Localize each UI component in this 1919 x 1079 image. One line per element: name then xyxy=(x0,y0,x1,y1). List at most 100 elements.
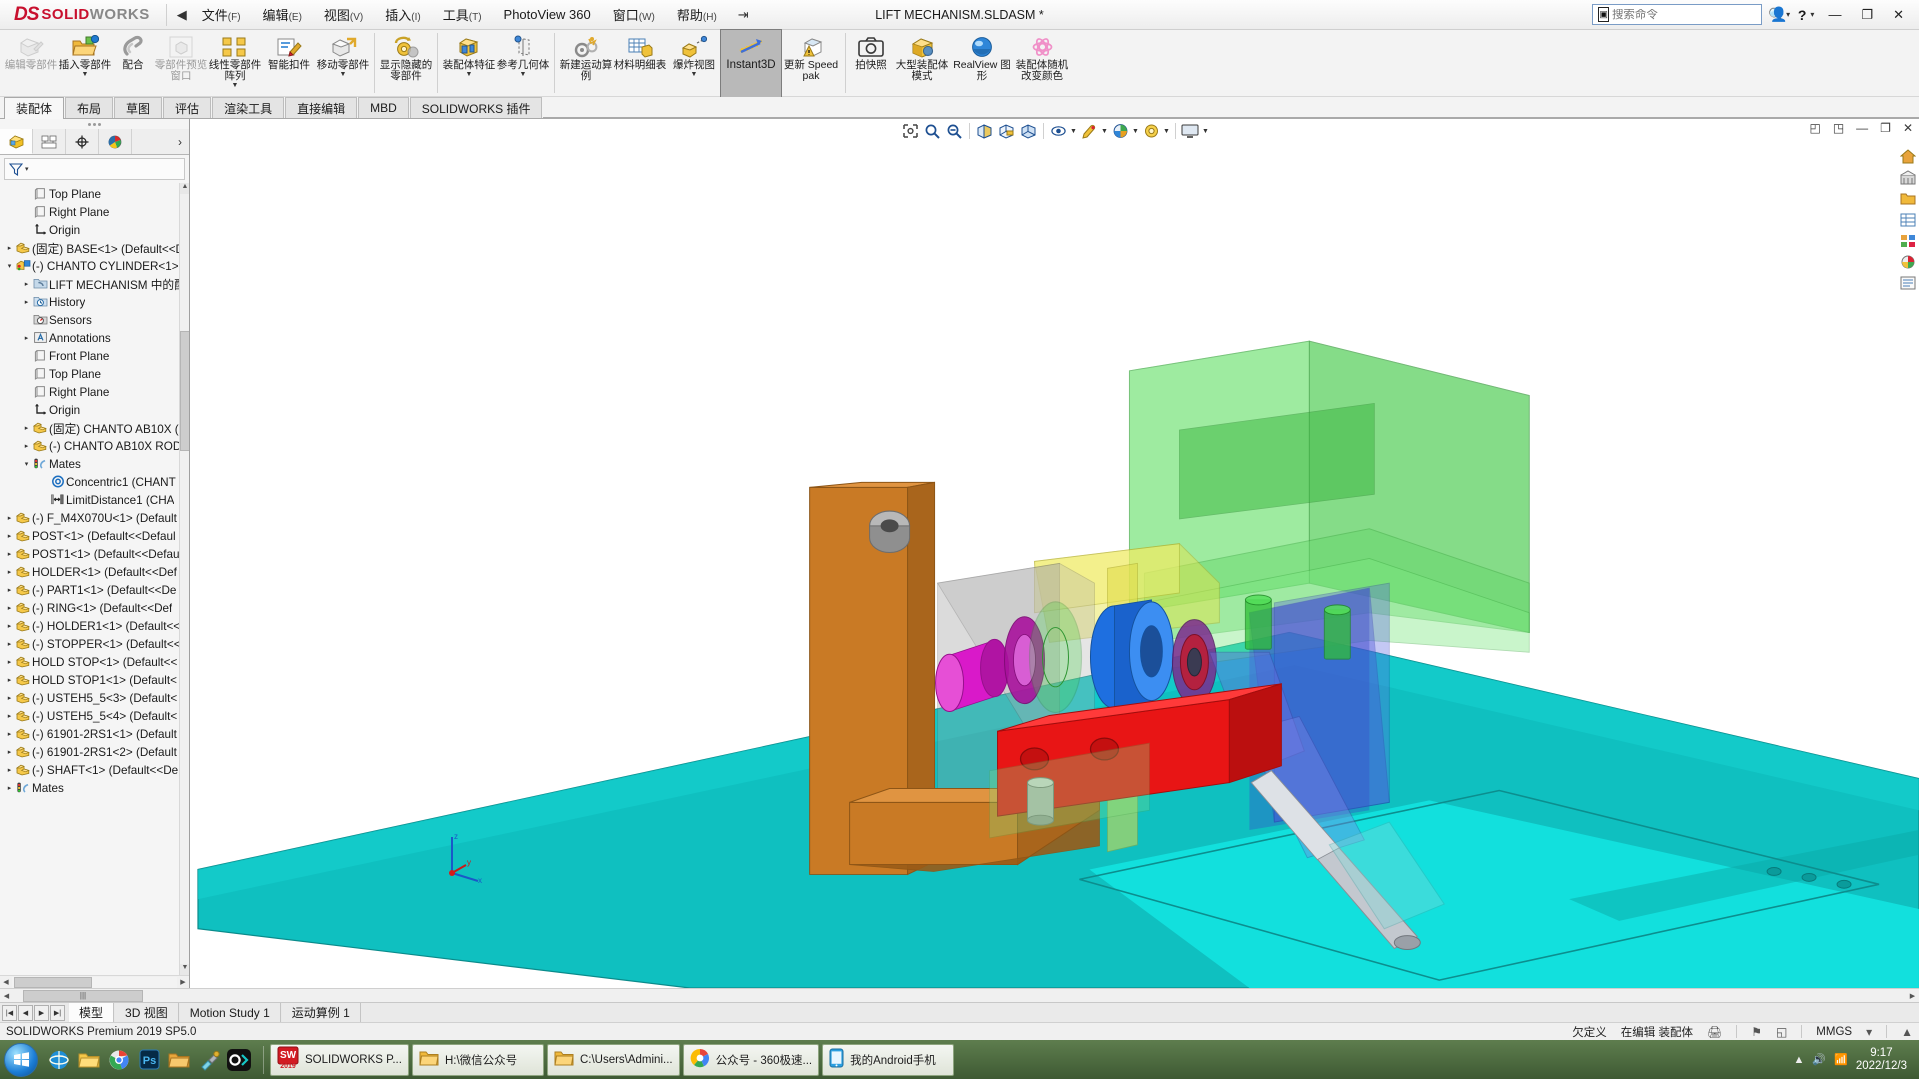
hide-show-items-dropdown-icon[interactable]: ▼ xyxy=(1070,128,1078,135)
tree-item[interactable]: ▸ HOLD STOP<1> (Default<< xyxy=(0,653,189,671)
tree-item[interactable]: ▸ (-) USTEH5_5<4> (Default< xyxy=(0,707,189,725)
view-settings-dropdown-icon[interactable]: ▼ xyxy=(1163,128,1171,135)
tree-item[interactable]: ▸ (-) CHANTO AB10X ROD xyxy=(0,437,189,455)
tree-expand-icon[interactable]: ▸ xyxy=(21,424,32,432)
doc-minimize-button[interactable]: — xyxy=(1854,121,1870,135)
tree-item[interactable]: Right Plane xyxy=(0,383,189,401)
doc-tab-first-icon[interactable]: |◀ xyxy=(2,1004,17,1021)
tree-item[interactable]: Right Plane xyxy=(0,203,189,221)
folder2-icon[interactable] xyxy=(165,1045,193,1075)
design-library-icon[interactable] xyxy=(1898,273,1918,292)
appearances-icon[interactable] xyxy=(1898,231,1918,250)
tray-expand-icon[interactable]: ▲ xyxy=(1794,1054,1805,1066)
doc-hscroll-thumb[interactable]: ||| xyxy=(23,989,143,1002)
ribbon-instant3d[interactable]: Instant3D xyxy=(720,29,782,98)
doc-tab-motion-study-1[interactable]: Motion Study 1 xyxy=(178,1003,281,1022)
tree-expand-icon[interactable]: ▸ xyxy=(21,298,32,306)
tree-item[interactable]: LimitDistance1 (CHA xyxy=(0,491,189,509)
tree-item[interactable]: ▸ Annotations xyxy=(0,329,189,347)
ribbon-move-component[interactable]: 移动零部件 ▼ xyxy=(316,30,370,97)
ribbon-bill-of-materials[interactable]: 材料明细表 xyxy=(613,30,667,97)
start-button[interactable] xyxy=(4,1042,38,1077)
viewport-split-v-icon[interactable]: ◳ xyxy=(1831,121,1846,135)
tree-expand-icon[interactable]: ▸ xyxy=(4,640,15,648)
insert-components-dropdown-icon[interactable]: ▼ xyxy=(82,71,89,78)
ribbon-exploded-view[interactable]: 爆炸视图 ▼ xyxy=(667,30,721,97)
property-manager-tab[interactable] xyxy=(33,129,66,154)
section-view-icon[interactable] xyxy=(974,121,995,141)
apply-scene-icon[interactable] xyxy=(1110,121,1131,141)
configuration-manager-tab[interactable] xyxy=(66,129,99,154)
reference-geometry-dropdown-icon[interactable]: ▼ xyxy=(520,71,527,78)
taskbar-solidworks[interactable]: SW 2019 SOLIDWORKS P... xyxy=(270,1043,409,1076)
tree-scroll-up-icon[interactable]: ▲ xyxy=(180,183,189,194)
taskbar-360browser[interactable]: 公众号 - 360极速... xyxy=(682,1043,820,1076)
file-explorer-icon[interactable] xyxy=(1898,189,1918,208)
view-settings-icon[interactable] xyxy=(1141,121,1162,141)
tree-scroll-down-icon[interactable]: ▼ xyxy=(180,964,189,975)
assembly-tools-icon[interactable] xyxy=(1898,168,1918,187)
search-input[interactable] xyxy=(1611,8,1766,21)
ribbon-realview-graphics[interactable]: RealView 图形 xyxy=(952,30,1012,97)
feature-tree[interactable]: Top Plane Right Plane Origin ▸ (固定) BASE<1> … xyxy=(0,183,189,975)
tree-expand-icon[interactable]: ▸ xyxy=(4,712,15,720)
tree-item[interactable]: Origin xyxy=(0,401,189,419)
photoshop-icon[interactable]: Ps xyxy=(135,1045,163,1075)
tab-layout[interactable]: 布局 xyxy=(65,97,114,118)
tree-expand-icon[interactable]: ▸ xyxy=(4,550,15,558)
menu-view[interactable]: 视图(V) xyxy=(313,1,374,28)
tree-item[interactable]: ▸ (-) STOPPER<1> (Default<< xyxy=(0,635,189,653)
menu-window[interactable]: 窗口(W) xyxy=(602,1,666,28)
tree-expand-icon[interactable]: ▸ xyxy=(4,586,15,594)
edit-appearance-icon[interactable] xyxy=(1079,121,1100,141)
ribbon-update-speedpak[interactable]: 更新 Speedpak xyxy=(781,30,841,97)
help-icon[interactable]: ? xyxy=(1796,7,1809,23)
tree-expand-icon[interactable]: ▸ xyxy=(4,676,15,684)
tree-filter-box[interactable]: ▾ xyxy=(4,158,185,180)
custom-properties-icon[interactable] xyxy=(1898,252,1918,271)
custom-icon[interactable]: ◱ xyxy=(1776,1025,1787,1039)
tray-volume-icon[interactable]: 🔊 xyxy=(1812,1053,1826,1066)
print-icon[interactable]: 🖨 xyxy=(1707,1025,1722,1039)
viewport-dropdown-icon[interactable]: ▼ xyxy=(1202,128,1210,135)
menu-edit[interactable]: 编辑(E) xyxy=(252,1,313,28)
tab-solidworks-addins[interactable]: SOLIDWORKS 插件 xyxy=(409,97,543,118)
ribbon-new-motion-study[interactable]: 新建运动算例 xyxy=(559,30,613,97)
tab-sketch[interactable]: 草图 xyxy=(114,97,163,118)
tree-item[interactable]: ▸ LIFT MECHANISM 中的配 xyxy=(0,275,189,293)
status-units[interactable]: MMGS xyxy=(1816,1026,1852,1038)
ribbon-take-snapshot[interactable]: 拍快照 xyxy=(850,30,892,97)
ribbon-assembly-random-color[interactable]: 装配体随机改变颜色 xyxy=(1012,30,1072,97)
zoom-to-area-icon[interactable] xyxy=(922,121,943,141)
ribbon-insert-components[interactable]: 插入零部件 ▼ xyxy=(58,30,112,97)
doc-restore-button[interactable]: ❐ xyxy=(1878,121,1893,135)
tree-item[interactable]: ▸ POST1<1> (Default<<Defau xyxy=(0,545,189,563)
tree-expand-icon[interactable]: ▸ xyxy=(4,622,15,630)
doc-tab-last-icon[interactable]: ▶| xyxy=(50,1004,65,1021)
tree-item[interactable]: ▸ (-) SHAFT<1> (Default<<De xyxy=(0,761,189,779)
tree-item[interactable]: ▸ (固定) CHANTO AB10X ( xyxy=(0,419,189,437)
restore-button[interactable]: ❐ xyxy=(1852,7,1882,23)
ribbon-reference-geometry[interactable]: 参考几何体 ▼ xyxy=(496,30,550,97)
doc-tab-next-icon[interactable]: ▶ xyxy=(34,1004,49,1021)
tree-expand-icon[interactable]: ▾ xyxy=(4,262,15,270)
tree-item[interactable]: ▸ (-) F_M4X070U<1> (Default xyxy=(0,509,189,527)
units-dropdown-icon[interactable]: ▾ xyxy=(1866,1025,1872,1039)
tree-item[interactable]: ▸ (固定) BASE<1> (Default<<D xyxy=(0,239,189,257)
tree-item[interactable]: ▸ (-) RING<1> (Default<<Def xyxy=(0,599,189,617)
tray-network-icon[interactable]: 📶 xyxy=(1834,1053,1848,1066)
tree-expand-icon[interactable]: ▸ xyxy=(4,748,15,756)
explorer-icon[interactable] xyxy=(75,1045,103,1075)
tree-expand-icon[interactable]: ▾ xyxy=(21,460,32,468)
tree-item[interactable]: ▾ (-) CHANTO CYLINDER<1> xyxy=(0,257,189,275)
taskbar-folder-wechat[interactable]: H:\微信公众号 xyxy=(411,1043,544,1076)
doc-tab-motion-example-1[interactable]: 运动算例 1 xyxy=(280,1003,361,1022)
minimize-button[interactable]: — xyxy=(1819,7,1850,22)
tree-scroll-thumb[interactable] xyxy=(180,331,189,451)
viewport-icon[interactable] xyxy=(1180,121,1201,141)
chrome-icon[interactable] xyxy=(105,1045,133,1075)
tree-item[interactable]: ▸ HOLD STOP1<1> (Default< xyxy=(0,671,189,689)
tree-expand-icon[interactable]: ▸ xyxy=(21,334,32,342)
menu-tools[interactable]: 工具(T) xyxy=(432,1,493,28)
panel-drag-handle[interactable] xyxy=(0,119,189,129)
